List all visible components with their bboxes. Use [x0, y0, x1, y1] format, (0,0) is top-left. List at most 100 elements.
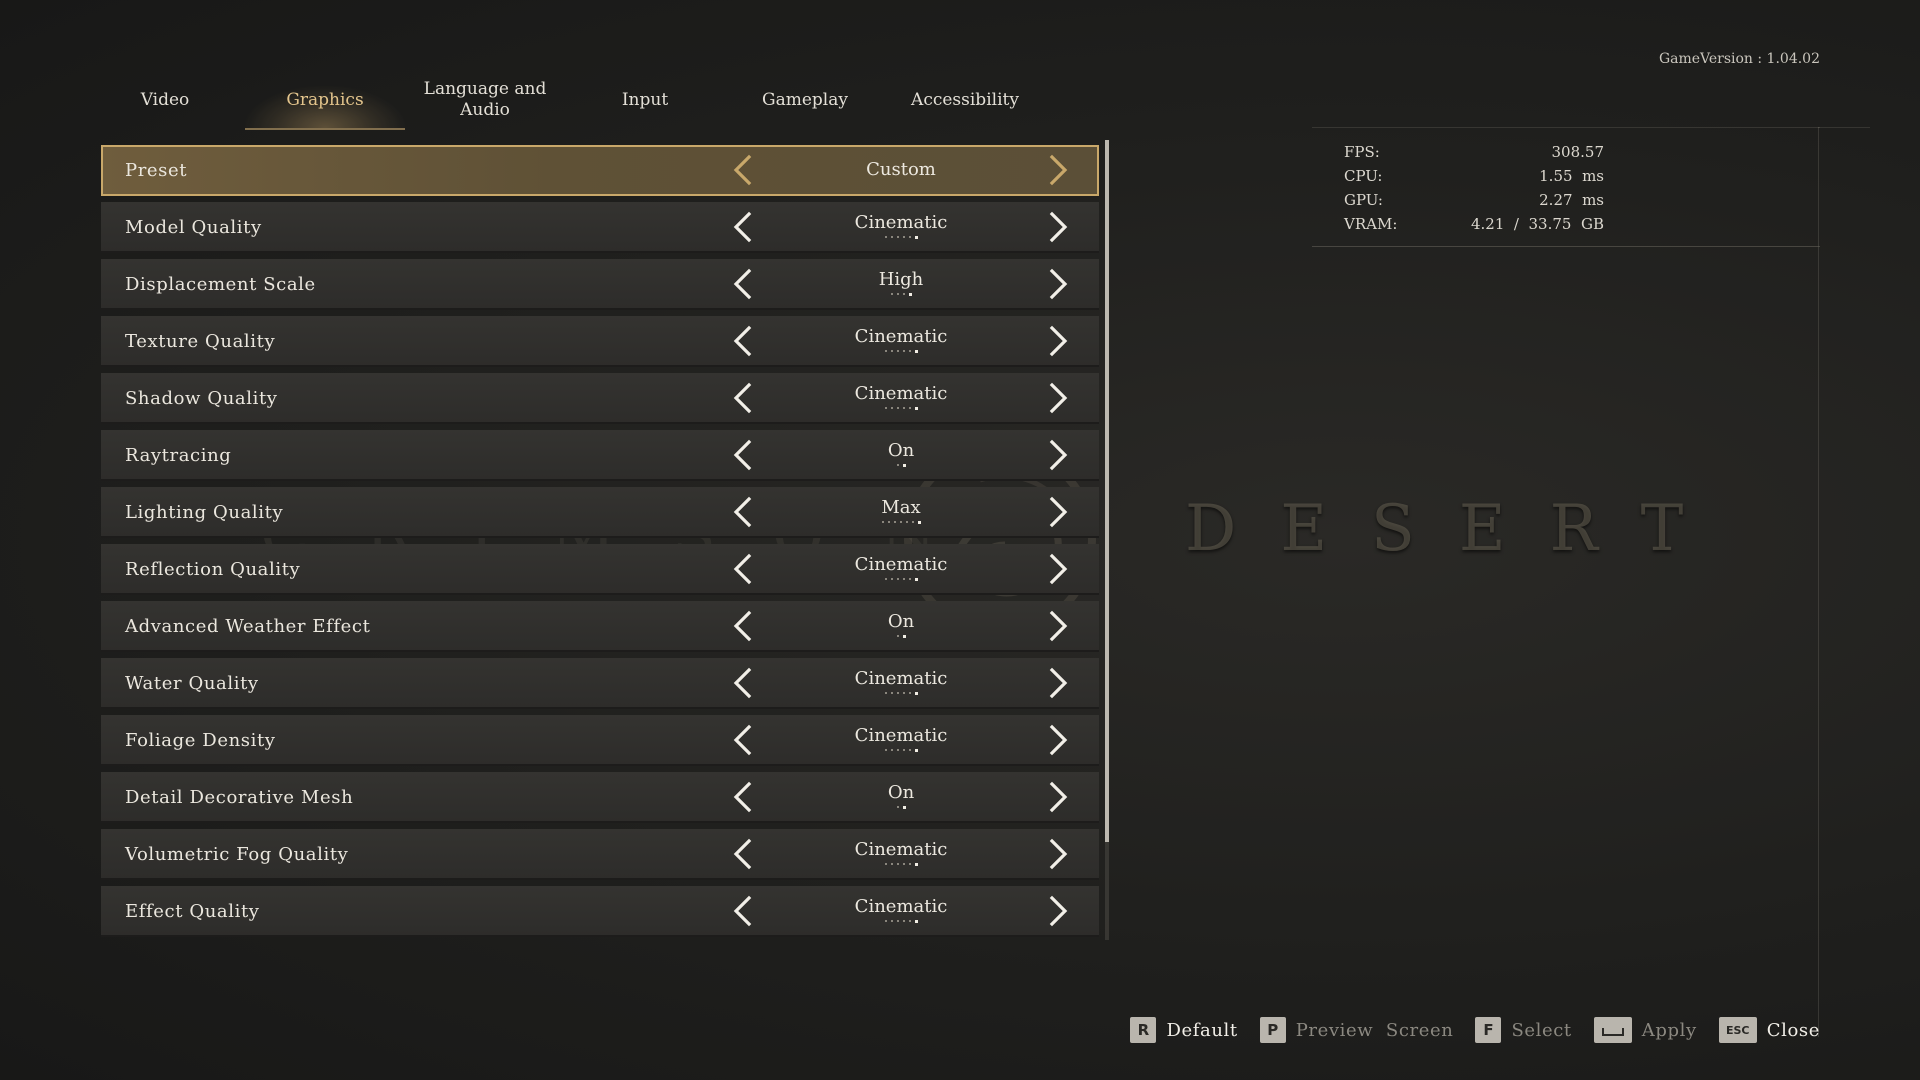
- chevron-left-icon[interactable]: [727, 724, 759, 756]
- chevron-right-icon[interactable]: [1042, 154, 1074, 186]
- chevron-left-icon[interactable]: [727, 382, 759, 414]
- setting-label: Preset: [125, 160, 188, 181]
- setting-value: Cinematic: [854, 725, 948, 746]
- setting-row-raytracing[interactable]: Raytracing On: [101, 430, 1099, 481]
- chevron-left-icon[interactable]: [727, 154, 759, 186]
- level-dot: [896, 236, 899, 238]
- chevron-left-icon[interactable]: [727, 895, 759, 927]
- chevron-right-icon[interactable]: [1042, 724, 1074, 756]
- level-dot: [890, 920, 893, 922]
- setting-label: Effect Quality: [125, 901, 260, 922]
- level-dot: [890, 293, 893, 295]
- level-indicator: [801, 519, 1001, 527]
- setting-value-display: Cinematic: [801, 202, 1001, 253]
- setting-row-effect-quality[interactable]: Effect Quality Cinematic: [101, 886, 1099, 937]
- chevron-left-icon[interactable]: [727, 211, 759, 243]
- tab-video[interactable]: Video: [85, 70, 245, 130]
- level-indicator: [801, 633, 1001, 641]
- level-dot: [884, 407, 887, 409]
- chevron-right-icon[interactable]: [1042, 553, 1074, 585]
- default-action[interactable]: R Default: [1130, 1017, 1237, 1043]
- chevron-left-icon[interactable]: [727, 667, 759, 699]
- level-dot: [902, 293, 905, 295]
- level-dot: [890, 749, 893, 751]
- setting-row-foliage-density[interactable]: Foliage Density Cinematic: [101, 715, 1099, 766]
- setting-value: High: [878, 269, 924, 290]
- chevron-left-icon[interactable]: [727, 781, 759, 813]
- tab-language-and-audio[interactable]: Language and Audio: [405, 70, 565, 130]
- chevron-right-icon[interactable]: [1042, 439, 1074, 471]
- setting-row-reflection-quality[interactable]: Reflection Quality Cinematic: [101, 544, 1099, 595]
- setting-row-displacement-scale[interactable]: Displacement Scale High: [101, 259, 1099, 310]
- level-dot: [881, 521, 884, 523]
- chevron-left-icon[interactable]: [727, 553, 759, 585]
- scrollbar-thumb[interactable]: [1105, 140, 1109, 842]
- r-key-icon: R: [1130, 1017, 1157, 1043]
- apply-action[interactable]: Apply: [1593, 1017, 1697, 1043]
- setting-value-display: Max: [801, 487, 1001, 538]
- chevron-left-icon[interactable]: [727, 838, 759, 870]
- setting-row-volumetric-fog-quality[interactable]: Volumetric Fog Quality Cinematic: [101, 829, 1099, 880]
- chevron-right-icon[interactable]: [1042, 496, 1074, 528]
- setting-value-display: Cinematic: [801, 544, 1001, 595]
- level-dot: [896, 635, 899, 637]
- setting-value-display: Custom: [801, 145, 1001, 196]
- setting-value: On: [887, 782, 915, 803]
- chevron-right-icon[interactable]: [1042, 838, 1074, 870]
- level-dot: [890, 407, 893, 409]
- level-indicator: [801, 861, 1001, 869]
- chevron-right-icon[interactable]: [1042, 325, 1074, 357]
- scrollbar-track[interactable]: [1105, 140, 1109, 940]
- setting-row-water-quality[interactable]: Water Quality Cinematic: [101, 658, 1099, 709]
- setting-label: Raytracing: [125, 445, 232, 466]
- tab-accessibility[interactable]: Accessibility: [885, 70, 1045, 130]
- hint-label: Preview Screen: [1295, 1019, 1454, 1041]
- chevron-left-icon[interactable]: [727, 268, 759, 300]
- chevron-left-icon[interactable]: [727, 610, 759, 642]
- chevron-right-icon[interactable]: [1042, 211, 1074, 243]
- stat-label: GPU:: [1344, 191, 1383, 209]
- performance-stats-panel: FPS: 308.57 CPU: 1.55 ms GPU: 2.27 ms VRAM: 4.2…: [1312, 127, 1820, 247]
- level-indicator: [801, 405, 1001, 413]
- setting-row-model-quality[interactable]: Model Quality Cinematic: [101, 202, 1099, 253]
- setting-row-shadow-quality[interactable]: Shadow Quality Cinematic: [101, 373, 1099, 424]
- chevron-right-icon[interactable]: [1042, 268, 1074, 300]
- tab-gameplay[interactable]: Gameplay: [725, 70, 885, 130]
- chevron-right-icon[interactable]: [1042, 781, 1074, 813]
- chevron-right-icon[interactable]: [1042, 382, 1074, 414]
- chevron-left-icon[interactable]: [727, 439, 759, 471]
- level-dot-current: [914, 349, 918, 353]
- tab-graphics[interactable]: Graphics: [245, 70, 405, 130]
- setting-value-display: Cinematic: [801, 829, 1001, 880]
- level-indicator: [801, 747, 1001, 755]
- settings-screen: CRIMSON DESERT GameVersion : 1.04.02 Vid…: [0, 0, 1920, 1080]
- setting-label: Volumetric Fog Quality: [125, 844, 349, 865]
- level-dot: [908, 236, 911, 238]
- setting-label: Texture Quality: [125, 331, 276, 352]
- chevron-left-icon[interactable]: [727, 496, 759, 528]
- close-action[interactable]: ESC Close: [1718, 1017, 1820, 1043]
- game-version: GameVersion : 1.04.02: [1658, 51, 1820, 67]
- setting-value-display: High: [801, 259, 1001, 310]
- chevron-left-icon[interactable]: [727, 325, 759, 357]
- select-action[interactable]: F Select: [1475, 1017, 1571, 1043]
- hint-label: Apply: [1641, 1019, 1697, 1041]
- setting-row-advanced-weather-effect[interactable]: Advanced Weather Effect On: [101, 601, 1099, 652]
- chevron-right-icon[interactable]: [1042, 895, 1074, 927]
- setting-row-preset[interactable]: Preset Custom: [101, 145, 1099, 196]
- chevron-right-icon[interactable]: [1042, 667, 1074, 699]
- level-dot-current: [914, 577, 918, 581]
- chevron-right-icon[interactable]: [1042, 610, 1074, 642]
- setting-row-lighting-quality[interactable]: Lighting Quality Max: [101, 487, 1099, 538]
- stat-label: FPS:: [1344, 143, 1380, 161]
- level-dot-current: [917, 520, 921, 524]
- preview-screen-action[interactable]: P Preview Screen: [1259, 1017, 1454, 1043]
- setting-value-display: On: [801, 601, 1001, 652]
- level-dot: [896, 749, 899, 751]
- tab-input[interactable]: Input: [565, 70, 725, 130]
- setting-row-detail-decorative-mesh[interactable]: Detail Decorative Mesh On: [101, 772, 1099, 823]
- level-dot: [884, 350, 887, 352]
- level-dot: [908, 350, 911, 352]
- setting-row-texture-quality[interactable]: Texture Quality Cinematic: [101, 316, 1099, 367]
- hint-label: Default: [1166, 1019, 1238, 1041]
